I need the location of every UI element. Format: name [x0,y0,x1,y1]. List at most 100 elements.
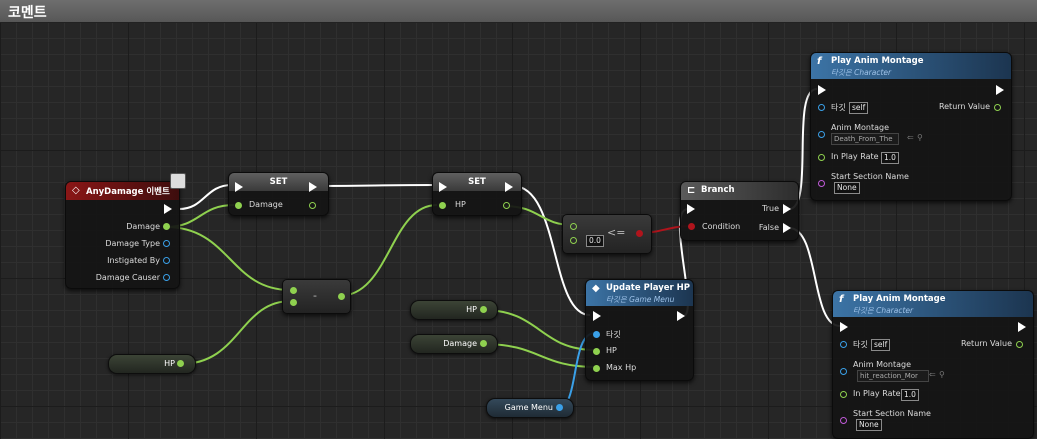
compare-output-pin[interactable] [636,230,643,237]
hp-variable-getter[interactable]: HP [108,354,196,374]
exec-out-pin[interactable] [505,182,513,192]
function-subtitle: 타깃은 Character [853,306,914,315]
arrow-left-icon[interactable]: ⇐ [907,133,914,142]
target-input-pin[interactable] [818,104,825,111]
compare-input-a-pin[interactable] [570,223,577,230]
hp-variable-getter[interactable]: HP [410,300,498,320]
subtract-output-pin[interactable] [338,293,345,300]
function-subtitle: 타깃은 Character [831,68,892,77]
exec-out-pin[interactable] [677,311,685,321]
compare-symbol: <= [607,226,626,239]
condition-input-pin[interactable] [688,223,695,230]
damage-output-label: Damage [126,222,160,231]
true-exec-out-pin[interactable] [783,204,791,214]
exec-out-pin[interactable] [996,85,1004,95]
return-value-label: Return Value [960,339,1012,348]
start-section-input-pin[interactable] [818,180,825,187]
event-anydamage-node[interactable]: ◇ AnyDamage 이벤트 Damage Damage Type Insti… [65,181,180,289]
function-node-header: f Play Anim Montage 타깃은 Character [833,291,1033,317]
instigated-by-output-pin[interactable] [163,257,170,264]
exec-out-pin[interactable] [164,204,172,214]
function-title: Play Anim Montage [853,294,946,304]
game-menu-variable-getter[interactable]: Game Menu [486,398,574,418]
event-node-header[interactable]: ◇ AnyDamage 이벤트 [66,182,179,200]
start-section-value[interactable]: None [834,182,860,194]
hp-variable-label: HP [164,359,175,368]
in-play-rate-value[interactable]: 1.0 [881,152,899,164]
compare-value-field[interactable]: 0.0 [586,235,604,247]
damage-causer-output-label: Damage Causer [95,273,160,282]
start-section-input-pin[interactable] [840,417,847,424]
exec-out-pin[interactable] [309,182,317,192]
target-input-pin[interactable] [593,331,600,338]
magnifier-icon[interactable]: ⚲ [917,133,923,142]
game-menu-variable-label: Game Menu [504,403,553,412]
damage-variable-label: Damage [443,339,477,348]
damage-variable-output-pin[interactable] [480,340,487,347]
exec-out-pin[interactable] [1018,322,1026,332]
damage-type-output-pin[interactable] [163,240,170,247]
function-node-header: f Play Anim Montage 타깃은 Character [811,53,1011,79]
diamond-icon: ◇ [72,185,80,196]
return-value-pin[interactable] [1016,341,1023,348]
less-equal-node[interactable]: 0.0 <= [562,214,652,254]
exec-in-pin[interactable] [818,85,826,95]
exec-in-pin[interactable] [593,311,601,321]
false-exec-out-pin[interactable] [783,223,791,233]
branch-node-header: ⊏ Branch [681,182,798,200]
set-damage-node[interactable]: SET Damage [228,172,329,216]
in-play-rate-input-pin[interactable] [840,391,847,398]
play-anim-montage-node-1[interactable]: f Play Anim Montage 타깃은 Character 타깃 sel… [810,52,1012,201]
false-label: False [758,223,779,232]
branch-node-title: Branch [701,185,735,195]
function-subtitle: 타깃은 Game Menu [606,295,675,304]
subtract-input-a-pin[interactable] [290,287,297,294]
subtract-input-b-pin[interactable] [290,299,297,306]
arrow-left-icon[interactable]: ⇐ [929,370,936,379]
exec-in-pin[interactable] [439,182,447,192]
anim-montage-input-pin[interactable] [818,131,825,138]
damage-variable-getter[interactable]: Damage [410,334,498,354]
anim-montage-dropdown[interactable]: hit_reaction_Mor [857,370,929,382]
anim-montage-input-pin[interactable] [840,368,847,375]
hp-input-label: HP [455,200,466,209]
magnifier-icon[interactable]: ⚲ [939,370,945,379]
set-hp-node[interactable]: SET HP [432,172,522,216]
subtract-symbol: - [313,289,317,302]
damage-output-pin[interactable] [163,223,170,230]
in-play-rate-input-pin[interactable] [818,154,825,161]
exec-in-pin[interactable] [840,322,848,332]
in-play-rate-value[interactable]: 1.0 [901,389,919,401]
target-label: 타깃 [831,103,846,112]
exec-wire [317,184,437,187]
target-input-pin[interactable] [840,341,847,348]
update-player-hp-node[interactable]: ◆ Update Player HP 타깃은 Game Menu 타깃 HP M… [585,279,694,381]
hp-output-pin[interactable] [503,202,510,209]
exec-in-pin[interactable] [687,204,695,214]
hp-input-pin[interactable] [593,348,600,355]
game-menu-variable-output-pin[interactable] [556,404,563,411]
start-section-label: Start Section Name [853,409,931,418]
compare-input-b-pin[interactable] [570,237,577,244]
target-value[interactable]: self [849,102,869,114]
damage-input-pin[interactable] [235,202,242,209]
hp-variable-output-pin[interactable] [177,360,184,367]
damage-type-output-label: Damage Type [105,239,160,248]
target-value[interactable]: self [871,339,891,351]
damage-output-pin[interactable] [309,202,316,209]
float-wire [165,226,291,291]
damage-input-label: Damage [249,200,283,209]
hp-variable-output-pin[interactable] [480,306,487,313]
return-value-pin[interactable] [994,104,1001,111]
float-wire [180,300,292,365]
start-section-value[interactable]: None [856,419,882,431]
max-hp-input-pin[interactable] [593,365,600,372]
branch-node[interactable]: ⊏ Branch True Condition False [680,181,799,241]
damage-causer-output-pin[interactable] [163,274,170,281]
subtract-node[interactable]: - [282,279,351,314]
hp-input-pin[interactable] [439,202,446,209]
exec-in-pin[interactable] [235,182,243,192]
play-anim-montage-node-2[interactable]: f Play Anim Montage 타깃은 Character 타깃 sel… [832,290,1034,439]
max-hp-label: Max Hp [606,363,637,372]
anim-montage-dropdown[interactable]: Death_From_The [831,133,899,145]
